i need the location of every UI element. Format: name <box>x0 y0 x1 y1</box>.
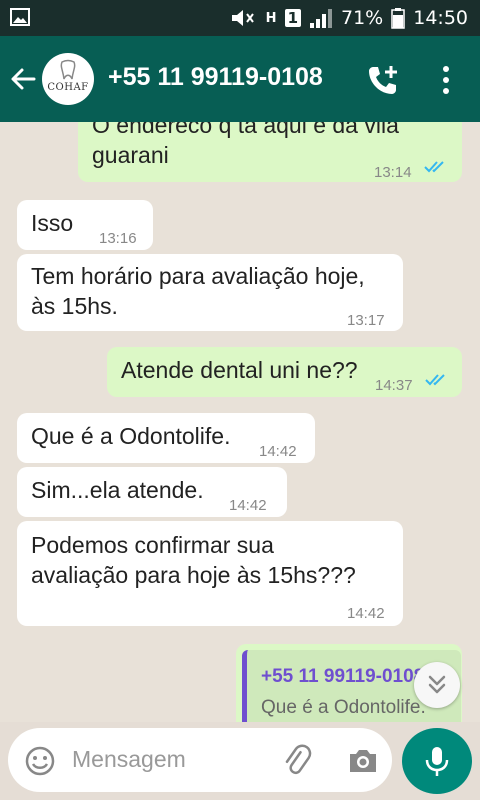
read-ticks-icon <box>424 161 444 173</box>
emoji-icon[interactable] <box>24 745 56 777</box>
message-time: 14:37 <box>375 377 413 394</box>
message-incoming[interactable]: Isso 13:16 <box>17 200 153 250</box>
network-type: H <box>265 10 277 26</box>
message-text-line: avaliação para hoje às 15hs??? <box>31 562 356 588</box>
message-text: Que é a Odontolife. <box>31 423 231 449</box>
scroll-down-button[interactable] <box>414 662 460 708</box>
scroll-down-icon <box>428 675 446 694</box>
more-vert-icon[interactable] <box>434 63 458 97</box>
message-input[interactable]: Mensagem <box>8 728 392 792</box>
chat-header: COHAF +55 11 99119-0108 <box>0 36 480 122</box>
message-time: 13:16 <box>99 230 137 247</box>
attach-icon[interactable] <box>280 744 314 778</box>
battery-icon <box>391 8 405 29</box>
mic-icon <box>425 747 449 776</box>
camera-icon[interactable] <box>346 744 380 778</box>
status-right: H 1 71% 14:50 <box>230 0 468 36</box>
avatar[interactable]: COHAF <box>42 53 94 105</box>
mic-button[interactable] <box>402 728 472 794</box>
tooth-logo-icon <box>60 59 76 80</box>
quoted-author: +55 11 99119-0108 <box>261 666 425 687</box>
contact-name[interactable]: +55 11 99119-0108 <box>108 63 323 92</box>
add-call-icon[interactable] <box>366 63 400 97</box>
message-incoming[interactable]: Podemos confirmar sua avaliação para hoj… <box>17 521 403 626</box>
message-time: 13:14 <box>374 164 412 181</box>
message-time: 13:17 <box>347 312 385 329</box>
message-incoming[interactable]: Que é a Odontolife. 14:42 <box>17 413 315 463</box>
back-arrow-icon[interactable] <box>8 64 38 94</box>
message-time: 14:42 <box>229 497 267 514</box>
battery-percent: 71% <box>341 7 384 29</box>
message-input-placeholder: Mensagem <box>72 746 186 772</box>
avatar-logo-text: COHAF <box>47 82 89 93</box>
message-incoming[interactable]: Tem horário para avaliação hoje, às 15hs… <box>17 254 403 331</box>
message-text: Sim...ela atende. <box>31 477 204 503</box>
message-time: 14:42 <box>347 605 385 622</box>
composer-bar: Mensagem <box>0 722 480 800</box>
message-text-line: Podemos confirmar sua <box>31 532 274 558</box>
message-text: Atende dental uni ne?? <box>121 357 358 383</box>
read-ticks-icon <box>425 374 445 386</box>
signal-icon <box>310 9 332 28</box>
sim-badge: 1 <box>284 9 301 27</box>
message-text-line: às 15hs. <box>31 293 118 319</box>
message-text-line: O endereco q ta aqui e da vila <box>92 122 399 138</box>
message-incoming[interactable]: Sim...ela atende. 14:42 <box>17 467 287 517</box>
message-outgoing[interactable]: O endereco q ta aqui e da vila guarani 1… <box>78 122 462 182</box>
chat-area: O endereco q ta aqui e da vila guarani 1… <box>0 122 480 722</box>
message-time: 14:42 <box>259 443 297 460</box>
status-bar: H 1 71% 14:50 <box>0 0 480 36</box>
message-outgoing[interactable]: Atende dental uni ne?? 14:37 <box>107 347 462 397</box>
message-text: Isso <box>31 210 74 236</box>
mute-icon <box>231 10 254 26</box>
quoted-text: Que é a Odontolife. <box>261 697 426 718</box>
clock: 14:50 <box>413 7 468 29</box>
message-text-line: guarani <box>92 142 169 168</box>
gallery-icon <box>10 8 30 26</box>
message-text-line: Tem horário para avaliação hoje, <box>31 263 365 289</box>
